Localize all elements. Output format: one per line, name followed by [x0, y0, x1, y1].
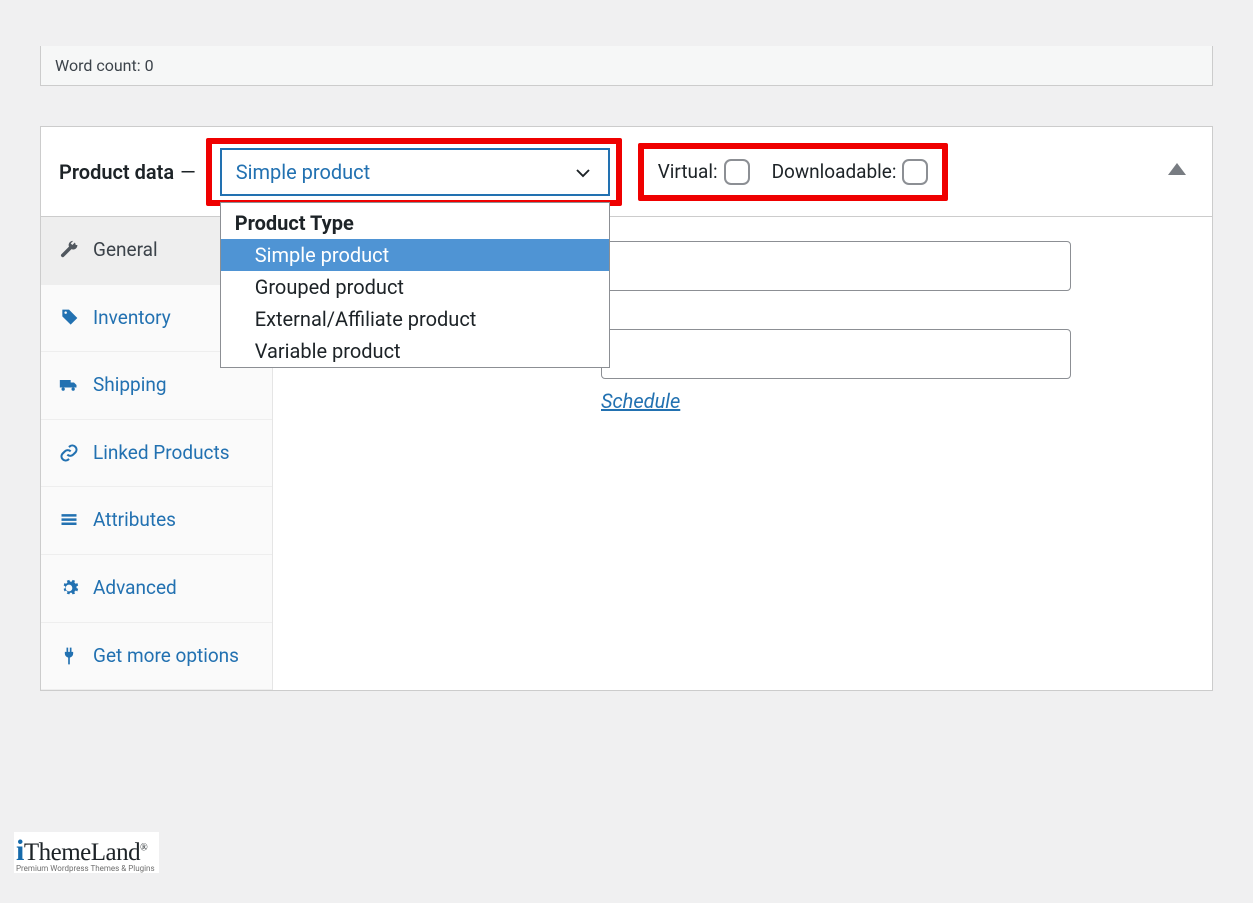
- dropdown-option-grouped[interactable]: Grouped product: [221, 271, 609, 303]
- product-type-dropdown: Product Type Simple product Grouped prod…: [220, 202, 610, 368]
- panel-title: Product data: [59, 160, 174, 184]
- wrench-icon: [59, 240, 79, 260]
- virtual-checkbox-wrap: Virtual:: [658, 159, 750, 185]
- plug-icon: [59, 646, 79, 666]
- product-data-panel: Product data — Simple product Product Ty…: [40, 126, 1213, 691]
- highlight-product-type: Simple product Product Type Simple produ…: [206, 138, 622, 206]
- tab-label: Advanced: [93, 575, 177, 602]
- downloadable-checkbox-wrap: Downloadable:: [772, 159, 929, 185]
- product-type-select[interactable]: Simple product: [220, 148, 610, 196]
- regular-price-input[interactable]: [601, 241, 1071, 291]
- list-icon: [59, 510, 79, 530]
- word-count-bar: Word count: 0: [40, 46, 1213, 86]
- tab-label: Attributes: [93, 507, 176, 534]
- downloadable-label: Downloadable:: [772, 160, 897, 183]
- link-icon: [59, 443, 79, 463]
- chevron-down-icon: [574, 164, 592, 182]
- tab-label: General: [93, 237, 158, 264]
- tab-linked-products[interactable]: Linked Products: [41, 420, 272, 488]
- dropdown-option-external[interactable]: External/Affiliate product: [221, 303, 609, 335]
- tag-icon: [59, 308, 79, 328]
- tab-label: Shipping: [93, 372, 167, 399]
- dropdown-option-variable[interactable]: Variable product: [221, 335, 609, 367]
- brand-tm: ®: [140, 843, 147, 854]
- product-type-select-wrap: Simple product Product Type Simple produ…: [220, 148, 610, 196]
- tab-advanced[interactable]: Advanced: [41, 555, 272, 623]
- panel-body: General Inventory Shipping Linked Produc…: [41, 217, 1212, 690]
- schedule-link[interactable]: Schedule: [601, 389, 680, 413]
- sale-price-input[interactable]: [601, 329, 1071, 379]
- select-value: Simple product: [236, 160, 370, 184]
- panel-header: Product data — Simple product Product Ty…: [41, 127, 1212, 217]
- highlight-checkboxes: Virtual: Downloadable:: [638, 143, 949, 201]
- tab-label: Inventory: [93, 305, 171, 332]
- watermark-tagline: Premium Wordpress Themes & Plugins: [16, 864, 155, 873]
- watermark-brand: iThemeLand®: [16, 834, 155, 868]
- tab-label: Linked Products: [93, 440, 230, 467]
- virtual-label: Virtual:: [658, 160, 718, 183]
- gear-icon: [59, 578, 79, 598]
- tab-attributes[interactable]: Attributes: [41, 487, 272, 555]
- watermark-logo: iThemeLand® Premium Wordpress Themes & P…: [14, 832, 159, 873]
- dropdown-group-label: Product Type: [221, 203, 609, 239]
- tab-label: Get more options: [93, 643, 239, 670]
- collapse-caret-icon[interactable]: [1168, 163, 1186, 175]
- dropdown-option-simple[interactable]: Simple product: [221, 239, 609, 271]
- truck-icon: [59, 375, 79, 395]
- brand-accent: i: [16, 834, 24, 867]
- tab-get-more[interactable]: Get more options: [41, 623, 272, 691]
- downloadable-checkbox[interactable]: [902, 159, 928, 185]
- virtual-checkbox[interactable]: [724, 159, 750, 185]
- title-dash: —: [180, 160, 196, 184]
- brand-rest: ThemeLand: [24, 839, 140, 866]
- word-count-label: Word count: 0: [55, 56, 154, 75]
